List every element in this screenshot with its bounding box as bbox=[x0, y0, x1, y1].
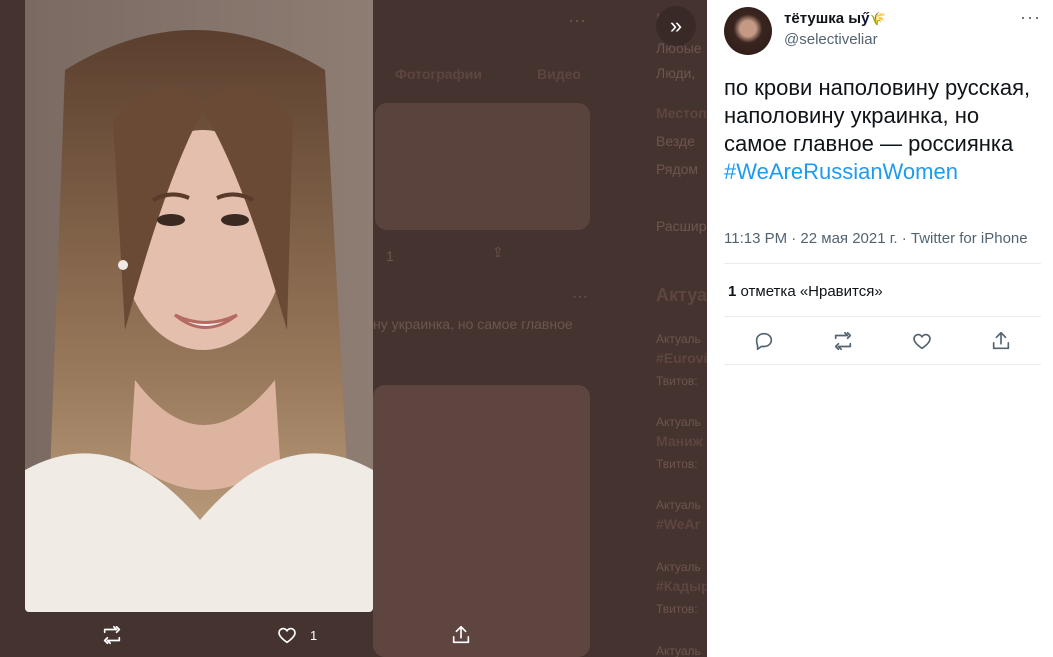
bg-sidebar-line: Маниж bbox=[656, 433, 703, 449]
more-options-button[interactable]: ··· bbox=[1020, 7, 1041, 28]
bg-more-icon: ··· bbox=[568, 10, 586, 30]
double-chevron-right-icon: » bbox=[669, 13, 683, 38]
reply-icon bbox=[755, 332, 773, 351]
bg-sidebar-line: Люди, bbox=[656, 65, 696, 81]
share-icon bbox=[452, 625, 470, 644]
bg-sidebar-line: Расшир bbox=[656, 218, 707, 234]
tweet-text: по крови наполовину русская, наполовину … bbox=[724, 74, 1039, 186]
display-name[interactable]: тётушка ыӳ🌾 bbox=[784, 10, 886, 27]
tweet-body: по крови наполовину русская, наполовину … bbox=[724, 75, 1031, 156]
heart-icon bbox=[913, 333, 931, 350]
bg-share-icon: ⇪ bbox=[492, 244, 504, 260]
bg-sidebar-line: Актуаль bbox=[656, 498, 701, 512]
bg-sidebar-line: Рядом bbox=[656, 161, 699, 177]
retweet-button[interactable] bbox=[830, 328, 856, 354]
bg-sidebar-line: Везде bbox=[656, 133, 695, 149]
media-retweet-button[interactable] bbox=[101, 624, 123, 646]
display-name-text: тётушка ыӳ bbox=[784, 10, 870, 27]
share-button[interactable] bbox=[988, 328, 1014, 354]
bg-sidebar-line: Актуа bbox=[656, 285, 707, 305]
media-photo[interactable] bbox=[25, 0, 373, 612]
reply-button[interactable] bbox=[751, 328, 777, 354]
likes-count: 1 bbox=[728, 283, 737, 300]
tweet-panel: тётушка ыӳ🌾 @selectiveliar ··· по крови … bbox=[707, 0, 1053, 657]
divider bbox=[724, 364, 1041, 365]
retweet-icon bbox=[834, 331, 852, 351]
bg-tweet-snippet: ну украинка, но самое главное bbox=[373, 316, 573, 332]
expand-sidebar-button[interactable]: » bbox=[656, 6, 696, 46]
avatar[interactable] bbox=[724, 7, 772, 55]
like-button[interactable] bbox=[909, 328, 935, 354]
bg-sidebar-line: Актуаль bbox=[656, 644, 701, 657]
bg-sidebar-line: Актуаль bbox=[656, 332, 701, 346]
bg-sidebar-line: #Eurovi bbox=[656, 350, 707, 366]
bg-tab-video: Видео bbox=[537, 66, 581, 82]
bg-sidebar-line: Твитов: bbox=[656, 374, 698, 388]
user-handle[interactable]: @selectiveliar bbox=[784, 31, 878, 48]
bg-sidebar-line: #Кадыр bbox=[656, 578, 707, 594]
bg-reply-count: 1 bbox=[386, 248, 394, 264]
bg-sidebar-line: Актуаль bbox=[656, 415, 701, 429]
heart-icon bbox=[278, 627, 296, 644]
tweet-meta[interactable]: 11:13 PM · 22 мая 2021 г. · Twitter for … bbox=[724, 230, 1028, 247]
bg-sidebar-line: Актуаль bbox=[656, 560, 701, 574]
divider bbox=[724, 316, 1041, 317]
likes-label: отметка «Нравится» bbox=[740, 283, 883, 300]
bg-sidebar-line: Твитов: bbox=[656, 602, 698, 616]
likes-row[interactable]: 1 отметка «Нравится» bbox=[728, 283, 883, 300]
bg-sidebar-line: Местоп bbox=[656, 105, 707, 121]
retweet-icon bbox=[103, 625, 121, 645]
media-like-button[interactable]: 1 bbox=[276, 624, 317, 646]
bg-more-icon-2: ··· bbox=[572, 288, 588, 305]
media-share-button[interactable] bbox=[450, 624, 472, 646]
portrait-illustration bbox=[25, 0, 373, 612]
share-icon bbox=[992, 331, 1010, 350]
media-like-count: 1 bbox=[310, 627, 318, 643]
sheaf-emoji: 🌾 bbox=[869, 11, 886, 26]
bg-sidebar-line: Твитов: bbox=[656, 457, 698, 471]
bg-media-card bbox=[375, 103, 590, 230]
bg-media-card-2 bbox=[373, 385, 590, 657]
divider bbox=[724, 263, 1041, 264]
hashtag-link[interactable]: #WeAreRussianWomen bbox=[724, 159, 958, 184]
bg-sidebar-line: #WeAr bbox=[656, 516, 701, 532]
bg-tab-photos: Фотографии bbox=[395, 66, 483, 82]
